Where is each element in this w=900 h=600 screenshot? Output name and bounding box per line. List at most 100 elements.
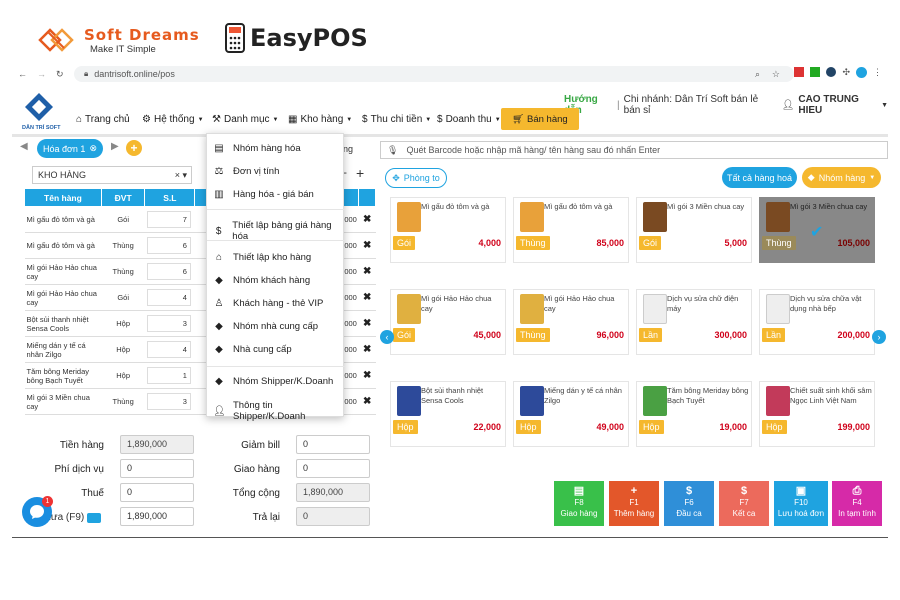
ext-red-icon[interactable] [794, 67, 805, 77]
forward-icon[interactable]: → [37, 69, 46, 79]
f6-shift-start-button[interactable]: $ F6 Đầu ca [664, 481, 714, 526]
f4-print-button[interactable]: ⎙ F4 In tạm tính [832, 481, 882, 526]
nav-item-revenue[interactable]: $ Doanh thu ▼ [437, 114, 501, 125]
f1-add-item-button[interactable]: + F1 Thêm hàng [609, 481, 659, 526]
product-price: 5,000 [724, 238, 747, 248]
delete-row-icon[interactable]: ✖ [358, 232, 376, 259]
qty-input[interactable]: 7 [146, 211, 191, 228]
f8-delivery-button[interactable]: ▤ F8 Giao hàng [554, 481, 604, 526]
menu-item-vip-customer[interactable]: ♙ Khách hàng - thẻ VIP [213, 298, 324, 309]
zoom-icon[interactable]: ⌕ [755, 69, 760, 80]
qty-input[interactable]: 6 [146, 263, 191, 280]
room-button[interactable]: ✥ Phòng to [385, 168, 447, 188]
ext-blue-icon[interactable] [826, 67, 837, 77]
delete-row-icon[interactable]: ✖ [358, 362, 376, 389]
chevron-down-icon[interactable]: ▼ [881, 102, 888, 109]
product-card[interactable]: Mì gấu đỏ tôm và gà Thùng 85,000 [513, 197, 629, 263]
delete-row-icon[interactable]: ✖ [358, 310, 376, 337]
menu-item-shipper-group[interactable]: ◆ Nhóm Shipper/K.Doanh [213, 376, 333, 387]
menu-item-price-table[interactable]: $ Thiết lập bảng giá hàng hóa [213, 220, 343, 242]
product-card[interactable]: Mì gấu đỏ tôm và gà Gói 4,000 [390, 197, 506, 263]
add-invoice-button[interactable]: + [126, 140, 142, 156]
card-icon[interactable] [87, 512, 102, 523]
extension-icons[interactable]: ✣ ⋮ [794, 67, 882, 78]
delete-row-icon[interactable]: ✖ [358, 388, 376, 415]
menu-item-product-group[interactable]: ▤ Nhóm hàng hóa [213, 143, 300, 154]
nav-item-warehouse[interactable]: ▦ Kho hàng ▼ [288, 114, 352, 125]
menu-item-supplier[interactable]: ◆ Nhà cung cấp [213, 344, 291, 355]
product-card[interactable]: Bột sủi thanh nhiệt Sensa Cools Hộp 22,000 [390, 381, 506, 447]
product-card[interactable]: Dịch vụ sửa chữ điện máy Lần 300,000 [636, 289, 752, 355]
warehouse-select[interactable]: KHO HÀNG × ▾ [32, 166, 192, 184]
menu-item-shipper-info[interactable]: 👤︎ Thông tin Shipper/K.Doanh [213, 400, 343, 422]
fkey-label: Thêm hàng [613, 509, 655, 518]
menu-item-customer-group[interactable]: ◆ Nhóm khách hàng [213, 275, 310, 286]
product-group-button[interactable]: ◆ Nhóm hàng ▼ [802, 167, 881, 188]
profile-icon[interactable] [856, 67, 867, 78]
product-card[interactable]: Mì gói Hảo Hảo chua cay Thùng 96,000 [513, 289, 629, 355]
cell-name: Mì gấu đỏ tôm và gà [24, 206, 102, 233]
grid-next-icon[interactable]: › [872, 330, 886, 344]
product-card[interactable]: Mì gói Hảo Hảo chua cay Gói 45,000 [390, 289, 506, 355]
ext-green-icon[interactable] [810, 67, 821, 77]
grid-prev-icon[interactable]: ‹ [380, 330, 394, 344]
product-name: Mì gói Hảo Hảo chua cay [544, 294, 615, 313]
f10-save-invoice-button[interactable]: ▣ F10 Lưu hoá đơn [774, 481, 828, 526]
phi-dv-field[interactable]: 0 [120, 459, 194, 478]
menu-item-warehouse-setup[interactable]: ⌂ Thiết lập kho hàng [213, 252, 311, 263]
tra-lai-field: 0 [296, 507, 370, 526]
microphone-icon[interactable]: 🎙︎ [387, 145, 398, 156]
bookmark-star-icon[interactable]: ☆ [772, 69, 780, 80]
clear-caret-icon[interactable]: × ▾ [175, 170, 187, 181]
qty-input[interactable]: 3 [146, 315, 191, 332]
tab-next-icon[interactable]: ▶ [111, 141, 119, 152]
nav-item-catalog[interactable]: ⚒ Danh mục ▼ [212, 114, 279, 125]
f7-shift-end-button[interactable]: $ F7 Kết ca [719, 481, 769, 526]
tong-cong-field: 1,890,000 [296, 483, 370, 502]
user-name[interactable]: CAO TRUNG HIEU [798, 94, 877, 116]
giao-hang-field[interactable]: 0 [296, 459, 370, 478]
nav-item-system[interactable]: ⚙ Hệ thống ▼ [142, 114, 204, 125]
kebab-menu-icon[interactable]: ⋮ [873, 67, 882, 78]
all-products-button[interactable]: Tất cả hàng hoá [722, 167, 797, 188]
giam-bill-field[interactable]: 0 [296, 435, 370, 454]
delete-row-icon[interactable]: ✖ [358, 336, 376, 363]
tab-prev-icon[interactable]: ◀ [20, 141, 28, 152]
menu-divider [207, 366, 345, 367]
dantrisoft-logo[interactable]: DÂN TRÍ SOFT [22, 92, 61, 131]
qty-input[interactable]: 6 [146, 237, 191, 254]
qty-input[interactable]: 1 [146, 367, 191, 384]
product-card[interactable]: Miếng dán y tế cá nhân Zilgo Hộp 49,000 [513, 381, 629, 447]
thue-field[interactable]: 0 [120, 483, 194, 502]
qty-input[interactable]: 4 [146, 341, 191, 358]
address-bar[interactable]: 🔒︎ dantrisoft.online/pos ⌕ ☆ [74, 66, 794, 82]
qty-input[interactable]: 3 [146, 393, 191, 410]
product-card[interactable]: Mì gói 3 Miền chua cay Gói 5,000 [636, 197, 752, 263]
nav-item-cashflow[interactable]: $ Thu chi tiền ▼ [362, 114, 431, 125]
puzzle-icon[interactable]: ✣ [842, 67, 850, 78]
product-card[interactable]: Chiết suất sinh khối sâm Ngọc Linh Việt … [759, 381, 875, 447]
sale-button[interactable]: 🛒︎ Bán hàng [501, 108, 579, 130]
barcode-search-input[interactable]: 🎙︎ Quét Barcode hoặc nhập mã hàng/ tên hà… [380, 141, 888, 159]
product-card-selected[interactable]: Mì gói 3 Miền chua cay ✔ Thùng 105,000 [759, 197, 875, 263]
plus-icon[interactable]: + [356, 165, 364, 181]
qty-input[interactable]: 4 [146, 289, 191, 306]
fkey-code: F4 [852, 498, 862, 507]
product-card[interactable]: Dịch vụ sửa chữa vật dụng nhà bếp Lần 200,… [759, 289, 875, 355]
close-tab-icon[interactable]: ⊗ [89, 143, 97, 154]
menu-item-supplier-group[interactable]: ◆ Nhóm nhà cung cấp [213, 321, 318, 332]
easypos-brand: EasyPOS [224, 22, 368, 54]
nav-item-home[interactable]: ⌂ Trang chủ [76, 114, 130, 125]
product-card[interactable]: Tăm bông Meriday bông Bạch Tuyết Hộp 19,00… [636, 381, 752, 447]
back-icon[interactable]: ← [18, 69, 27, 79]
cell-name: Mì gói 3 Miền chua cay [24, 388, 102, 415]
delete-row-icon[interactable]: ✖ [358, 206, 376, 233]
menu-item-unit[interactable]: ⚖ Đơn vị tính [213, 166, 280, 177]
product-unit: Lần [762, 328, 786, 342]
khach-dua-field[interactable]: 1,890,000 [120, 507, 194, 526]
menu-item-product-price[interactable]: ▥ Hàng hóa - giá bán [213, 189, 314, 200]
reload-icon[interactable]: ↻ [56, 69, 64, 80]
invoice-tab-1[interactable]: Hóa đơn 1 ⊗ [37, 139, 103, 158]
delete-row-icon[interactable]: ✖ [358, 284, 376, 311]
delete-row-icon[interactable]: ✖ [358, 258, 376, 285]
